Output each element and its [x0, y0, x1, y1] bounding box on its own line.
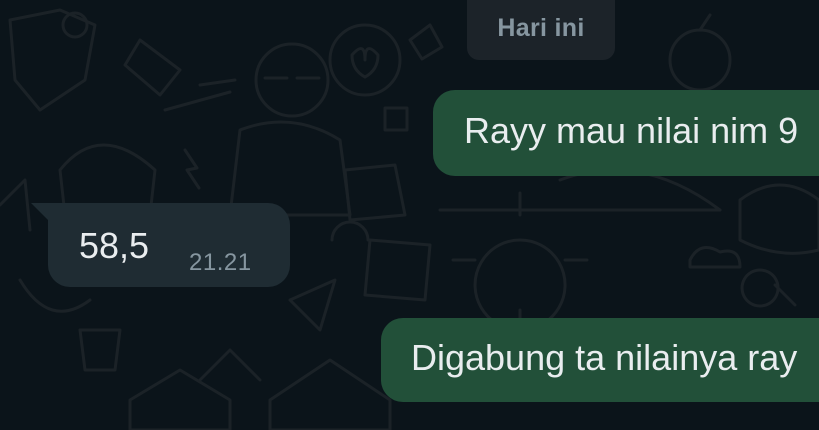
date-separator: Hari ini — [467, 0, 615, 60]
message-text: Rayy mau nilai nim 9 — [464, 110, 799, 151]
brush-doodle — [163, 78, 237, 112]
incoming-bubble-tail — [31, 203, 49, 221]
cloud-doodle — [688, 246, 742, 269]
house-doodle — [268, 358, 392, 430]
face-doodle — [738, 183, 819, 255]
person-body-doodle — [228, 120, 352, 217]
message-text: 58,5 — [79, 225, 150, 266]
outgoing-message-bubble[interactable]: Digabung ta nilainya ray — [381, 318, 819, 402]
date-separator-label: Hari ini — [497, 13, 585, 42]
square-doodle — [383, 106, 409, 132]
incoming-message-bubble[interactable]: 58,5 21.21 — [48, 203, 290, 287]
hill-doodle — [558, 168, 722, 212]
bag-doodle — [343, 163, 407, 222]
magnifier-doodle — [740, 268, 797, 308]
message-text: Digabung ta nilainya ray — [411, 337, 798, 378]
chat-conversation[interactable]: Hari ini Rayy mau nilai nim 9 58,5 21.21… — [0, 0, 819, 430]
cup-doodle — [78, 328, 122, 372]
padlock-doodle — [330, 220, 370, 242]
shield-doodle — [8, 8, 97, 112]
bolt-doodle — [183, 148, 201, 190]
log-cabin-doodle — [128, 368, 232, 430]
outgoing-message-bubble[interactable]: Rayy mau nilai nim 9 — [433, 90, 819, 176]
mountain-doodle — [198, 348, 262, 382]
apple-doodle — [668, 13, 732, 92]
message-timestamp: 21.21 — [189, 249, 252, 276]
sun-rays-doodle — [451, 191, 589, 334]
heart-doodle — [350, 47, 380, 79]
person-head-doodle — [254, 42, 330, 118]
paper-plane-doodle — [288, 278, 337, 332]
arrow-doodle — [0, 178, 32, 232]
clipboard-doodle — [363, 238, 432, 302]
bottle-doodle — [123, 38, 182, 97]
lock-doodle — [408, 23, 444, 61]
